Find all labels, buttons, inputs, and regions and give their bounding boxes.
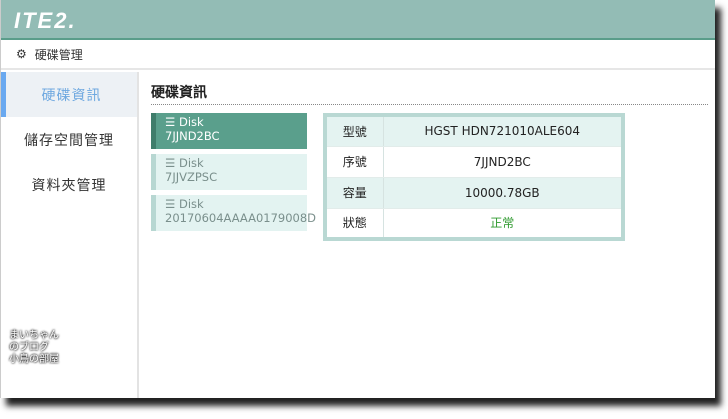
table-row: 型號 HGST HDN721010ALE604 — [325, 115, 623, 147]
watermark: まいちゃん のブログ 小鳥の部屋 — [9, 330, 59, 365]
disk-list: ☰ Disk 7JJND2BC ☰ Disk 7JJVZPSC ☰ Disk 2017… — [151, 113, 316, 236]
main-content: 硬碟資訊 ☰ Disk 7JJND2BC ☰ Disk 7JJVZPSC ☰ Dis… — [151, 72, 715, 241]
table-row: 序號 7JJND2BC — [325, 146, 623, 178]
menu-icon: ☰ — [165, 115, 179, 129]
status-badge: 正常 — [383, 208, 623, 240]
disk-item[interactable]: ☰ Disk 20170604AAAA0179008D — [151, 195, 316, 231]
sidebar-item-storage[interactable]: 儲存空間管理 — [1, 117, 137, 162]
breadcrumb-label: 硬碟管理 — [34, 47, 83, 62]
app-window: ITE2. ⚙ 硬碟管理 硬碟資訊 儲存空間管理 資料夾管理 硬碟資訊 ☰ Di… — [0, 0, 715, 398]
disk-info-table: 型號 HGST HDN721010ALE604 序號 7JJND2BC 容量 1000… — [323, 113, 625, 241]
sidebar-item-folder[interactable]: 資料夾管理 — [1, 162, 137, 207]
disk-item[interactable]: ☰ Disk 7JJVZPSC — [151, 154, 307, 190]
header: ITE2. — [1, 0, 715, 40]
disk-item[interactable]: ☰ Disk 7JJND2BC — [151, 113, 307, 149]
menu-icon: ☰ — [165, 156, 179, 170]
menu-icon: ☰ — [165, 197, 179, 211]
gear-icon: ⚙ — [16, 47, 27, 61]
breadcrumb: ⚙ 硬碟管理 — [1, 40, 715, 70]
table-row: 狀態 正常 — [325, 208, 623, 240]
table-row: 容量 10000.78GB — [325, 177, 623, 209]
page-title: 硬碟資訊 — [151, 72, 708, 105]
sidebar-item-disk-info[interactable]: 硬碟資訊 — [1, 72, 137, 117]
logo: ITE2. — [14, 8, 77, 33]
